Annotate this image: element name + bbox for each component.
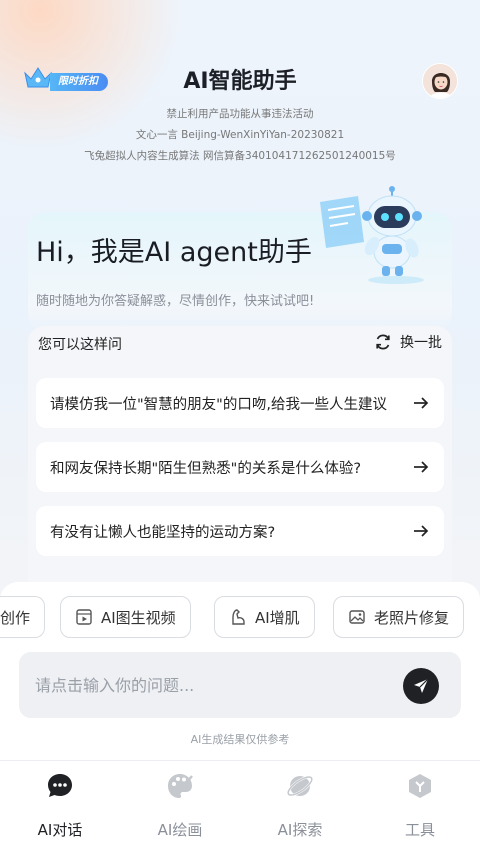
- question-input-box[interactable]: [19, 652, 461, 718]
- tab-ai-painting[interactable]: AI绘画: [120, 771, 240, 851]
- ai-disclaimer: AI生成结果仅供参考: [190, 733, 290, 746]
- question-input[interactable]: [35, 672, 395, 698]
- tab-ai-explore[interactable]: AI探索: [240, 771, 360, 851]
- robot-mascot-icon: [320, 186, 424, 284]
- avatar[interactable]: [422, 63, 458, 99]
- suggestion-item[interactable]: 请模仿我一位"智慧的朋友"的口吻,给我一些人生建议: [36, 378, 444, 428]
- arrow-right-icon: [414, 461, 429, 473]
- tab-label: AI绘画: [157, 821, 203, 839]
- refresh-button[interactable]: 换一批: [374, 332, 442, 352]
- refresh-icon: [376, 334, 390, 350]
- chip-creation[interactable]: 创作: [0, 596, 46, 638]
- chip-old-photo-restore[interactable]: 老照片修复: [333, 596, 465, 638]
- tab-label: AI探索: [277, 821, 323, 839]
- header: 限时折扣 AI智能助手: [0, 55, 480, 105]
- chip-ai-image-to-video[interactable]: AI图生视频: [60, 596, 191, 638]
- suggestion-text: 和网友保持长期"陌生但熟悉"的关系是什么体验?: [50, 460, 362, 477]
- tab-tools[interactable]: 工具: [360, 771, 480, 851]
- muscle-icon: [232, 609, 245, 625]
- welcome-subtitle: 随时随地为你答疑解惑，尽情创作，快来试试吧!: [36, 294, 315, 309]
- notice-line: 飞兔超拟人内容生成算法 网信算备340104171262501240015号: [84, 150, 396, 162]
- suggestions-heading: 您可以这样问: [38, 337, 122, 353]
- suggestion-text: 请模仿我一位"智慧的朋友"的口吻,给我一些人生建议: [50, 396, 387, 413]
- arrow-right-icon: [414, 525, 429, 537]
- chip-label: 创作: [0, 608, 31, 627]
- chat-bubble-icon: [48, 774, 72, 797]
- video-icon: [76, 609, 92, 625]
- chip-label: AI增肌: [255, 608, 300, 627]
- notice-line: 文心一言 Beijing-WenXinYiYan-20230821: [135, 129, 345, 141]
- tab-ai-chat[interactable]: AI对话: [0, 771, 120, 851]
- send-button[interactable]: [403, 668, 439, 704]
- palette-icon: [168, 774, 193, 798]
- refresh-label: 换一批: [400, 335, 442, 351]
- chip-label: 老照片修复: [374, 608, 450, 627]
- quick-actions-row[interactable]: 创作 AI图生视频 AI增肌 老照片修复: [0, 596, 480, 640]
- suggestion-item[interactable]: 和网友保持长期"陌生但熟悉"的关系是什么体验?: [36, 442, 444, 492]
- suggestion-text: 有没有让懒人也能坚持的运动方案?: [50, 524, 276, 541]
- arrow-right-icon: [414, 397, 429, 409]
- bottom-tab-bar: AI对话 AI绘画 AI探索 工具: [0, 760, 480, 853]
- cube-icon: [409, 774, 431, 798]
- chip-ai-muscle[interactable]: AI增肌: [214, 596, 315, 638]
- tab-label: AI对话: [37, 821, 83, 839]
- planet-icon: [286, 775, 314, 797]
- page-title: AI智能助手: [183, 69, 297, 94]
- notice-line: 禁止利用产品功能从事违法活动: [166, 108, 314, 120]
- chip-label: AI图生视频: [101, 608, 176, 627]
- tab-label: 工具: [404, 821, 435, 839]
- send-icon: [414, 678, 429, 693]
- welcome-title: Hi，我是AI agent助手: [36, 237, 312, 268]
- suggestion-item[interactable]: 有没有让懒人也能坚持的运动方案?: [36, 506, 444, 556]
- photo-icon: [349, 610, 365, 624]
